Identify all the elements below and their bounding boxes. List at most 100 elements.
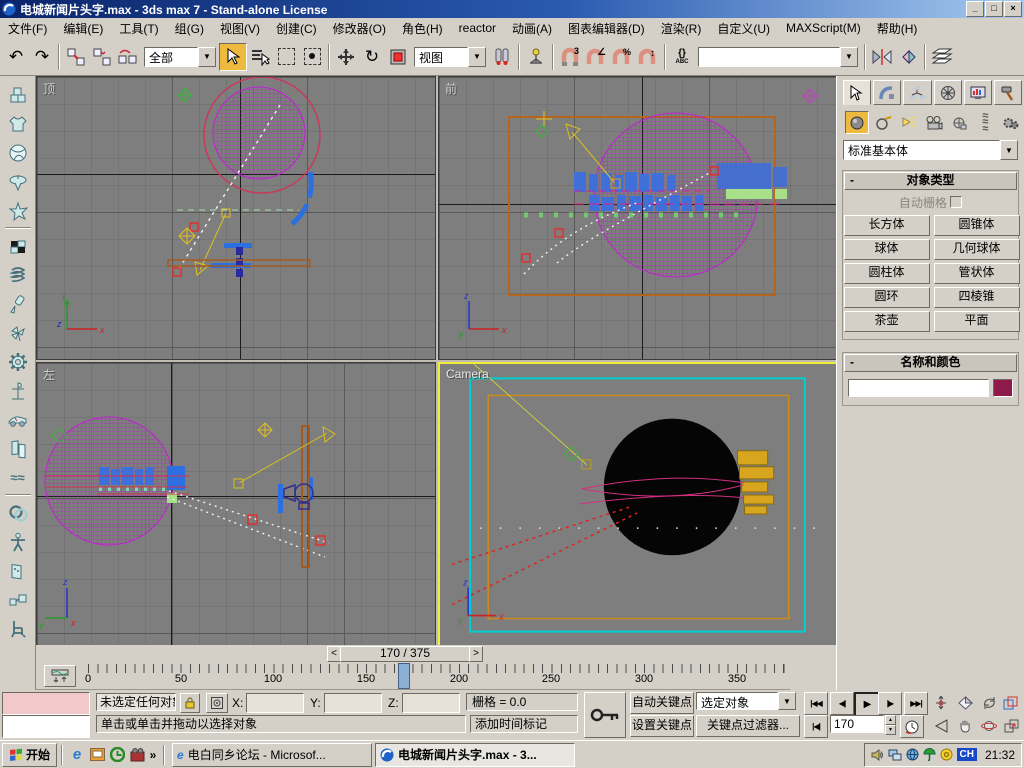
create-tube-button[interactable]: 管状体 bbox=[934, 263, 1020, 284]
time-configuration-button[interactable] bbox=[900, 715, 924, 738]
menu-views[interactable]: 视图(V) bbox=[212, 18, 268, 39]
autogrid-checkbox[interactable] bbox=[950, 196, 962, 208]
zoom-region-button[interactable] bbox=[978, 692, 1000, 713]
field-of-view-button[interactable] bbox=[930, 715, 952, 736]
time-slider[interactable]: < 170 / 375 > bbox=[36, 645, 836, 663]
select-rotate-icon[interactable]: ↻ bbox=[359, 44, 385, 70]
input-language-indicator[interactable]: CH bbox=[957, 748, 977, 761]
reference-coordsys-dropdown[interactable]: 视图 ▼ bbox=[414, 47, 486, 67]
y-coordinate-input[interactable] bbox=[324, 693, 382, 713]
menu-character[interactable]: 角色(H) bbox=[394, 18, 451, 39]
key-filters-button[interactable]: 关键点过滤器... bbox=[696, 715, 800, 737]
previous-frame-button[interactable]: ◀| bbox=[830, 692, 854, 715]
create-sphere-button[interactable]: 球体 bbox=[844, 239, 930, 260]
auto-key-button[interactable]: 自动关键点 bbox=[630, 692, 694, 714]
redo-icon[interactable]: ↷ bbox=[29, 44, 55, 70]
menu-rendering[interactable]: 渲染(R) bbox=[653, 18, 710, 39]
select-move-icon[interactable] bbox=[333, 44, 359, 70]
unlink-icon[interactable] bbox=[89, 44, 115, 70]
chair-icon[interactable] bbox=[4, 614, 32, 643]
dropdown-arrow-icon[interactable]: ▼ bbox=[198, 47, 216, 67]
category-helpers[interactable] bbox=[949, 112, 971, 133]
car-icon[interactable] bbox=[4, 405, 32, 434]
taskbar-clock[interactable]: 21:32 bbox=[985, 748, 1015, 762]
weathervane-icon[interactable] bbox=[4, 376, 32, 405]
selection-window-crossing-icon[interactable] bbox=[299, 44, 325, 70]
select-by-name-icon[interactable] bbox=[247, 44, 273, 70]
category-lights[interactable] bbox=[898, 112, 920, 133]
time-slider-next-button[interactable]: > bbox=[469, 646, 483, 662]
angle-snap-icon[interactable]: ∠ bbox=[583, 44, 609, 70]
start-button[interactable]: 开始 bbox=[2, 743, 57, 767]
task-3dsmax-window[interactable]: 电城新闻片头字.max - 3... bbox=[375, 743, 575, 767]
spinning-top-icon[interactable] bbox=[4, 167, 32, 196]
category-systems[interactable] bbox=[1000, 112, 1022, 133]
name-color-rollout-header[interactable]: - 名称和颜色 bbox=[844, 354, 1017, 372]
min-max-toggle-button[interactable] bbox=[1000, 715, 1022, 736]
mirror-icon[interactable] bbox=[869, 44, 895, 70]
yellow-tray-icon[interactable] bbox=[940, 748, 953, 761]
key-mode-dropdown[interactable]: 选定对象 ▼ bbox=[696, 692, 796, 710]
create-plane-button[interactable]: 平面 bbox=[934, 311, 1020, 332]
menu-reactor[interactable]: reactor bbox=[451, 19, 504, 37]
absolute-mode-toggle[interactable] bbox=[206, 693, 228, 713]
quicklaunch-media-icon[interactable] bbox=[127, 745, 147, 765]
menu-graph-editors[interactable]: 图表编辑器(D) bbox=[560, 18, 653, 39]
x-coordinate-input[interactable] bbox=[246, 693, 304, 713]
add-time-tag[interactable]: 添加时间标记 bbox=[470, 715, 578, 733]
menu-customize[interactable]: 自定义(U) bbox=[709, 18, 778, 39]
frame-spinner[interactable]: ▲ ▼ bbox=[885, 715, 896, 734]
primitive-category-dropdown[interactable]: 标准基本体 ▼ bbox=[843, 140, 1018, 160]
maximize-button[interactable]: □ bbox=[985, 1, 1003, 17]
menu-group[interactable]: 组(G) bbox=[167, 18, 212, 39]
volume-icon[interactable] bbox=[871, 749, 884, 761]
align-icon[interactable] bbox=[895, 44, 921, 70]
tab-modify[interactable] bbox=[873, 80, 901, 105]
menu-tools[interactable]: 工具(T) bbox=[111, 18, 166, 39]
object-color-swatch[interactable] bbox=[993, 379, 1013, 397]
category-spacewarps[interactable]: ≈≈≈ bbox=[974, 112, 996, 133]
quicklaunch-overflow-chevron[interactable]: » bbox=[147, 745, 159, 765]
antivirus-umbrella-icon[interactable] bbox=[923, 748, 936, 761]
create-cylinder-button[interactable]: 圆柱体 bbox=[844, 263, 930, 284]
z-coordinate-input[interactable] bbox=[402, 693, 460, 713]
named-selection-sets-icon[interactable]: {} ABC bbox=[669, 44, 695, 70]
door-icon[interactable] bbox=[4, 434, 32, 463]
category-cameras[interactable] bbox=[923, 112, 945, 133]
snaps-toggle-icon[interactable]: 3 bbox=[557, 44, 583, 70]
select-manipulate-icon[interactable] bbox=[523, 44, 549, 70]
create-torus-button[interactable]: 圆环 bbox=[844, 287, 930, 308]
menu-maxscript[interactable]: MAXScript(M) bbox=[778, 19, 869, 37]
menu-create[interactable]: 创建(C) bbox=[268, 18, 325, 39]
zoom-extents-button[interactable] bbox=[954, 692, 976, 713]
go-to-start-button[interactable]: |◀◀ bbox=[804, 692, 828, 715]
menu-animation[interactable]: 动画(A) bbox=[504, 18, 560, 39]
next-frame-button[interactable]: |▶ bbox=[878, 692, 902, 715]
shirt-icon[interactable] bbox=[4, 109, 32, 138]
bind-spacewarp-icon[interactable] bbox=[115, 44, 141, 70]
biped-icon[interactable] bbox=[4, 527, 32, 556]
undo-icon[interactable]: ↶ bbox=[3, 44, 29, 70]
selection-lock-button[interactable] bbox=[180, 693, 200, 713]
collapse-icon[interactable]: - bbox=[850, 173, 854, 188]
category-shapes[interactable] bbox=[872, 112, 894, 133]
select-object-button[interactable] bbox=[219, 43, 247, 71]
time-slider-thumb[interactable]: 170 / 375 bbox=[340, 646, 470, 662]
track-bar-frame-thumb[interactable] bbox=[398, 663, 410, 689]
percent-snap-icon[interactable]: % bbox=[609, 44, 635, 70]
viewport-left-label[interactable]: 左 bbox=[43, 366, 55, 383]
dropdown-arrow-icon[interactable]: ▼ bbox=[840, 47, 858, 67]
go-to-end-button[interactable]: ▶▶| bbox=[904, 692, 928, 715]
create-cone-button[interactable]: 圆锥体 bbox=[934, 215, 1020, 236]
set-key-button[interactable]: 设置关键点 bbox=[630, 715, 694, 737]
maxscript-listener-pink[interactable] bbox=[2, 692, 90, 715]
spinner-snap-icon[interactable]: ↕ bbox=[635, 44, 661, 70]
object-type-rollout-header[interactable]: - 对象类型 bbox=[844, 172, 1017, 190]
create-teapot-button[interactable]: 茶壶 bbox=[844, 311, 930, 332]
star-icon[interactable] bbox=[4, 196, 32, 225]
named-selection-dropdown[interactable]: ▼ bbox=[698, 47, 858, 67]
mini-curve-editor-button[interactable] bbox=[44, 665, 76, 687]
collapse-icon[interactable]: - bbox=[850, 355, 854, 370]
create-pyramid-button[interactable]: 四棱锥 bbox=[934, 287, 1020, 308]
checker-cube-icon[interactable] bbox=[4, 231, 32, 260]
